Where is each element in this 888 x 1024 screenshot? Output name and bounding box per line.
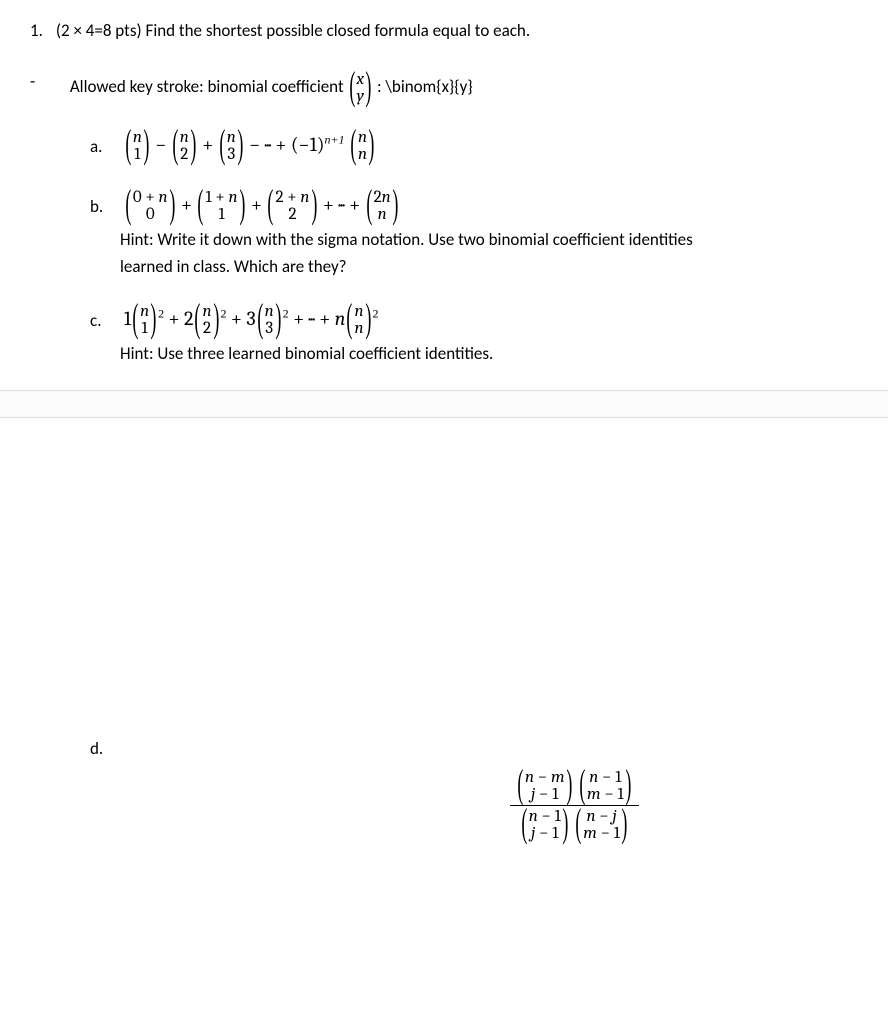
part-d: d. n − mj − 1 n − 1m − 1 n − 1j − 1 n − … — [90, 738, 858, 844]
part-d-numerator: n − mj − 1 n − 1m − 1 — [510, 767, 639, 805]
part-c-expression: 1n12 + 2n22 + 3n32 + ··· + nnn2 — [124, 307, 379, 330]
separator-strip — [0, 390, 888, 418]
question-points-text: (2 × 4=8 pts) Find the shortest possible… — [56, 20, 530, 41]
part-b-hint-line2: learned in class. Which are they? — [120, 256, 858, 277]
part-c-label: c. — [90, 310, 120, 331]
part-b: b. 0 + n0 + 1 + n1 + 2 + n2 + ··· + 2nn … — [90, 189, 858, 277]
part-d-fraction: n − mj − 1 n − 1m − 1 n − 1j − 1 n − jm … — [510, 767, 639, 844]
part-a: a. n1 − n2 + n3 − ··· + (−1)n+1 nn — [90, 129, 858, 163]
part-b-expression: 0 + n0 + 1 + n1 + 2 + n2 + ··· + 2nn — [124, 193, 400, 216]
part-a-label: a. — [90, 136, 120, 157]
bullet-dash: - — [30, 71, 48, 92]
part-c-hint: Hint: Use three learned binomial coeffic… — [120, 343, 858, 364]
binom-xy: xy — [348, 71, 374, 105]
allowed-latex: \binom{x}{y} — [385, 76, 472, 97]
part-c: c. 1n12 + 2n22 + 3n32 + ··· + nnn2 Hint:… — [90, 303, 858, 364]
part-a-expression: n1 − n2 + n3 − ··· + (−1)n+1 nn — [124, 133, 376, 156]
allowed-prefix: Allowed key stroke: binomial coefficient — [70, 76, 348, 97]
part-d-denominator: n − 1j − 1 n − jm − 1 — [510, 805, 639, 844]
allowed-keystroke-row: - Allowed key stroke: binomial coefficie… — [30, 71, 858, 105]
question-number: 1. — [30, 20, 52, 41]
part-d-label: d. — [90, 738, 120, 759]
part-b-hint-line1: Hint: Write it down with the sigma notat… — [120, 229, 858, 250]
part-b-label: b. — [90, 196, 120, 217]
question-heading: 1. (2 × 4=8 pts) Find the shortest possi… — [30, 20, 858, 41]
